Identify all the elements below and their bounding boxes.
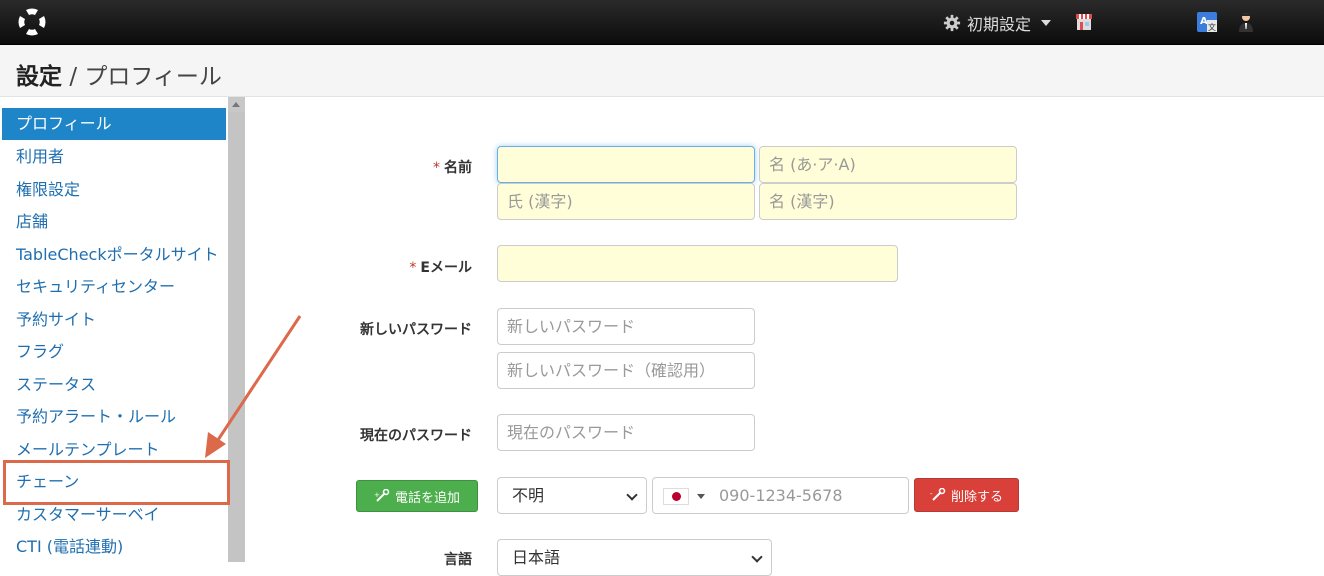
phone-number-input[interactable] — [711, 478, 901, 513]
wrench-icon: - — [930, 488, 946, 501]
name-label: * 名前 — [272, 157, 472, 177]
new-password-input[interactable] — [497, 308, 755, 345]
language-select[interactable]: 日本語 — [497, 539, 772, 576]
svg-text:文: 文 — [1208, 22, 1216, 32]
breadcrumb-separator: / — [69, 64, 78, 90]
email-label: * Eメール — [272, 257, 472, 277]
email-label-text: Eメール — [420, 260, 472, 276]
user-icon[interactable] — [1236, 11, 1256, 33]
gear-icon — [943, 14, 961, 32]
add-phone-button-label: 電話を追加 — [394, 490, 460, 506]
new-password-confirm-input[interactable] — [497, 352, 755, 389]
sidebar-item-permissions[interactable]: 権限設定 — [2, 174, 226, 206]
annotation-highlight-box — [3, 460, 230, 505]
chevron-down-icon — [626, 489, 638, 501]
phone-type-value: 不明 — [512, 486, 545, 505]
language-label: 言語 — [444, 552, 472, 568]
sidebar-item-portal-site[interactable]: TableCheckポータルサイト — [2, 239, 226, 271]
sidebar-item-alert-rules[interactable]: 予約アラート・ルール — [2, 401, 226, 433]
last-name-kanji-input[interactable] — [497, 183, 755, 220]
required-mark: * — [433, 160, 440, 176]
page-title-main: 設定 — [16, 64, 62, 90]
settings-menu[interactable]: 初期設定 — [943, 11, 1052, 35]
scroll-up-icon[interactable] — [232, 102, 240, 107]
sidebar-item-booking-sites[interactable]: 予約サイト — [2, 304, 226, 336]
sidebar-item-statuses[interactable]: ステータス — [2, 369, 226, 401]
top-navbar: 初期設定 A 文 — [0, 0, 1324, 45]
phone-input-group — [652, 477, 909, 514]
sidebar-item-security-center[interactable]: セキュリティセンター — [2, 271, 226, 303]
last-name-kana-input[interactable] — [497, 146, 755, 183]
sidebar-item-stores[interactable]: 店舗 — [2, 206, 226, 238]
translate-icon[interactable]: A 文 — [1197, 12, 1217, 32]
sidebar-scroll-thumb[interactable] — [228, 112, 245, 562]
sidebar-item-cti[interactable]: CTI (電話連動) — [2, 531, 226, 563]
settings-menu-label: 初期設定 — [967, 15, 1032, 34]
add-phone-button[interactable]: + 電話を追加 — [356, 480, 478, 512]
chevron-down-icon — [751, 551, 763, 563]
current-password-label: 現在のパスワード — [360, 428, 472, 444]
page-title: 設定 / プロフィール — [16, 57, 222, 91]
first-name-kana-input[interactable] — [759, 146, 1017, 183]
language-value: 日本語 — [512, 548, 561, 567]
svg-text:A: A — [1200, 16, 1208, 27]
svg-text:-: - — [930, 490, 933, 498]
sidebar-item-users[interactable]: 利用者 — [2, 141, 226, 173]
required-mark: * — [409, 260, 417, 276]
first-name-kanji-input[interactable] — [759, 183, 1017, 220]
svg-text:+: + — [374, 491, 380, 499]
name-label-text: 名前 — [444, 160, 472, 176]
sidebar-item-flags[interactable]: フラグ — [2, 336, 226, 368]
page-header: 設定 / プロフィール — [0, 45, 1324, 97]
current-password-input[interactable] — [497, 414, 755, 451]
delete-phone-button[interactable]: - 削除する — [914, 478, 1019, 512]
logo-icon[interactable] — [17, 7, 47, 37]
new-password-label: 新しいパスワード — [360, 322, 472, 338]
email-input[interactable] — [497, 245, 898, 282]
store-icon[interactable] — [1074, 12, 1094, 32]
delete-phone-button-label: 削除する — [950, 489, 1003, 505]
chevron-down-icon — [1041, 20, 1052, 26]
sidebar-item-profile[interactable]: プロフィール — [2, 108, 226, 140]
country-caret-icon[interactable] — [697, 494, 705, 499]
page-title-sub: プロフィール — [84, 64, 222, 90]
wrench-icon: + — [374, 489, 390, 502]
japan-flag-icon[interactable] — [663, 488, 689, 505]
phone-type-select[interactable]: 不明 — [497, 477, 647, 514]
